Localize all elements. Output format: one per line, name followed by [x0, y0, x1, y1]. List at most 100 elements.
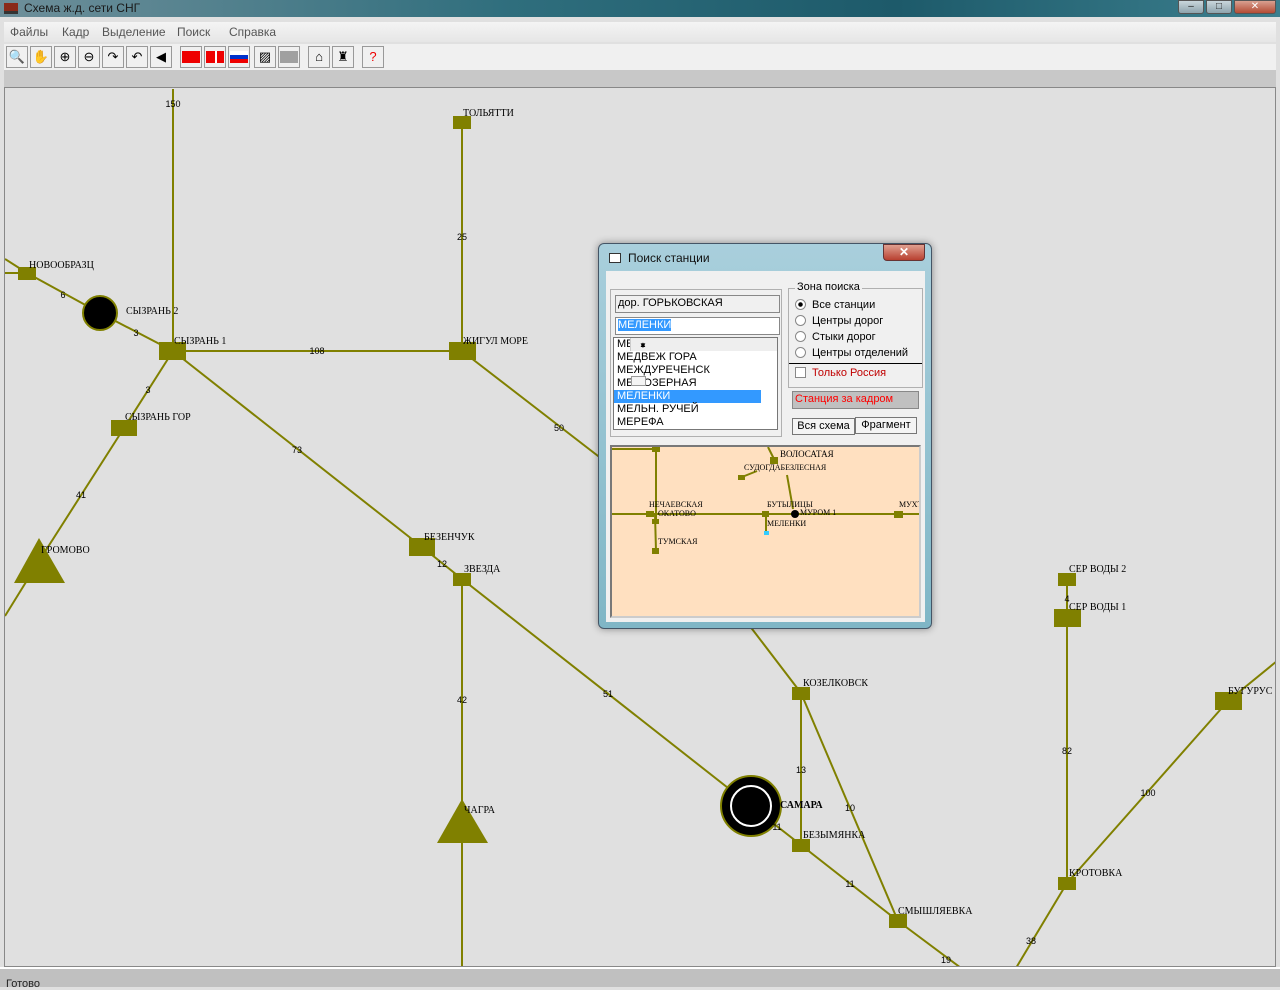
list-scrollbar[interactable]: ▲ ▼ — [630, 338, 777, 386]
distance-label: 10 — [845, 803, 855, 813]
label-station: КРОТОВКА — [1069, 868, 1123, 879]
menu-files[interactable]: Файлы — [10, 25, 48, 39]
menu-selection[interactable]: Выделение — [102, 25, 166, 39]
distance-label: 108 — [309, 346, 324, 356]
selected-station-marker — [764, 531, 769, 535]
flag-russia-button[interactable] — [228, 46, 250, 68]
dialog-icon — [609, 253, 621, 263]
label-station: ЗВЕЗДА — [464, 564, 501, 575]
distance-label: 50 — [554, 423, 564, 433]
label-station: СЫЗРАНЬ 2 — [126, 306, 178, 317]
undo-button[interactable]: ↶ — [126, 46, 148, 68]
back-button[interactable]: ◀ — [150, 46, 172, 68]
title-bar: Схема ж.д. сети СНГ – □ ✕ — [0, 0, 1280, 17]
whole-scheme-button[interactable]: Вся схема — [792, 418, 855, 435]
distance-label: 42 — [457, 695, 467, 705]
scroll-down-icon[interactable]: ▼ — [634, 339, 649, 351]
mini-label: ВОЛОСАТАЯ — [780, 449, 834, 459]
label-station: ЧАГРА — [464, 805, 496, 816]
distance-label: 150 — [165, 99, 180, 109]
help-icon: ? — [369, 49, 377, 64]
app-icon — [4, 3, 18, 14]
grid-icon: ▨ — [258, 49, 272, 64]
zoom-out-button[interactable]: ⊖ — [78, 46, 100, 68]
distance-label: 41 — [76, 490, 86, 500]
station-search-dialog: Поиск станции ✕ дор. ГОРЬКОВСКАЯ МЕЛЕНКИ… — [598, 243, 932, 629]
track — [1016, 882, 1068, 966]
search-input-value: МЕЛЕНКИ — [618, 319, 672, 331]
minimize-button[interactable]: – — [1178, 0, 1204, 14]
fragment-button[interactable]: Фрагмент — [855, 417, 917, 434]
search-button[interactable]: 🔍 — [6, 46, 28, 68]
flag-russia-icon — [230, 51, 248, 63]
distance-label: 38 — [1026, 936, 1036, 946]
redo-button[interactable]: ↷ — [102, 46, 124, 68]
close-button[interactable]: ✕ — [1234, 0, 1276, 14]
flag-mixed-button[interactable] — [204, 46, 226, 68]
list-item[interactable]: МЕДВЕЖ ГОРА — [614, 351, 761, 364]
label-station: ТОЛЬЯТТИ — [463, 108, 514, 119]
list-item[interactable]: МЕЛЬН. РУЧЕЙ — [614, 403, 761, 416]
distance-label: 4 — [1064, 594, 1069, 604]
list-item[interactable]: МЕЛЕНКИ — [614, 390, 761, 403]
zoom-out-icon: ⊖ — [83, 49, 95, 64]
mini-map[interactable]: ВОЛОСАТАЯ СУДОГДАБЕЗЛЕСНАЯ НЕЧАЕВСКАЯ ОК… — [610, 445, 921, 618]
track — [745, 620, 802, 694]
undo-icon: ↶ — [131, 49, 143, 64]
dialog-close-button[interactable]: ✕ — [883, 244, 925, 261]
mini-label: НЕЧАЕВСКАЯ — [649, 500, 703, 509]
label-station: СЫЗРАНЬ 1 — [174, 336, 226, 347]
station-button[interactable]: ⌂ — [308, 46, 330, 68]
distance-label: 13 — [796, 765, 806, 775]
blank-button[interactable] — [278, 46, 300, 68]
distance-label: 73 — [292, 445, 302, 455]
radio-division-centers[interactable]: Центры отделений — [795, 347, 908, 359]
distance-label: 25 — [457, 232, 467, 242]
zone-group: Зона поиска Все станции Центры дорог Сты… — [788, 281, 923, 388]
label-station: ЖИГУЛ МОРЕ — [463, 336, 528, 347]
track — [461, 350, 612, 467]
distance-label: 51 — [603, 689, 613, 699]
status-bar: Готово — [0, 967, 1280, 990]
menu-help[interactable]: Справка — [229, 25, 276, 39]
distance-label: 11 — [772, 822, 781, 832]
list-item[interactable]: МЕРЕФА — [614, 416, 761, 429]
flag-china-icon — [182, 51, 200, 63]
station-search-input[interactable]: МЕЛЕНКИ — [615, 317, 780, 335]
label-station: СЕР ВОДЫ 2 — [1069, 564, 1126, 575]
distance-label: 3 — [133, 328, 138, 338]
track — [897, 920, 960, 966]
station-syzran-2[interactable] — [82, 295, 118, 331]
radio-all-stations[interactable]: Все станции — [795, 299, 875, 311]
label-station: БЕЗЕНЧУК — [424, 532, 475, 543]
grid-button[interactable]: ▨ — [254, 46, 276, 68]
toolbar: 🔍 ✋ ⊕ ⊖ ↷ ↶ ◀ ▨ ⌂ ♜? — [4, 44, 1276, 70]
train-icon: ♜ — [337, 49, 349, 64]
train-button[interactable]: ♜ — [332, 46, 354, 68]
menu-frame[interactable]: Кадр — [62, 25, 89, 39]
flag-china-button[interactable] — [180, 46, 202, 68]
road-field: дор. ГОРЬКОВСКАЯ — [615, 295, 780, 313]
label-station: НОВООБРАЗЦ — [29, 260, 94, 271]
maximize-button[interactable]: □ — [1206, 0, 1232, 14]
label-station: БЕЗЫМЯНКА — [803, 830, 866, 841]
mini-label: МУХТ — [899, 500, 921, 509]
distance-label: 100 — [1140, 788, 1155, 798]
distance-label: 19 — [941, 955, 951, 965]
radio-road-junctions[interactable]: Стыки дорог — [795, 331, 876, 343]
label-station: СЕР ВОДЫ 1 — [1069, 602, 1126, 613]
label-station: СМЫШЛЯЕВКА — [898, 906, 973, 917]
blank-icon — [280, 51, 298, 63]
zoom-in-icon: ⊕ — [59, 49, 71, 64]
help-button[interactable]: ? — [362, 46, 384, 68]
station-list[interactable]: МЕГЕТМЕДВЕЖ ГОРАМЕЖДУРЕЧЕНСКМЕЖОЗЕРНАЯМЕ… — [613, 337, 778, 430]
russia-only-checkbox[interactable]: Только Россия — [795, 367, 886, 379]
radio-road-centers[interactable]: Центры дорог — [795, 315, 883, 327]
mini-label: СУДОГДАБЕЗЛЕСНАЯ — [744, 463, 827, 472]
scroll-thumb[interactable] — [631, 376, 646, 386]
hand-button[interactable]: ✋ — [30, 46, 52, 68]
back-icon: ◀ — [156, 49, 166, 64]
zoom-in-button[interactable]: ⊕ — [54, 46, 76, 68]
hand-icon: ✋ — [32, 49, 50, 64]
menu-search[interactable]: Поиск — [177, 25, 210, 39]
